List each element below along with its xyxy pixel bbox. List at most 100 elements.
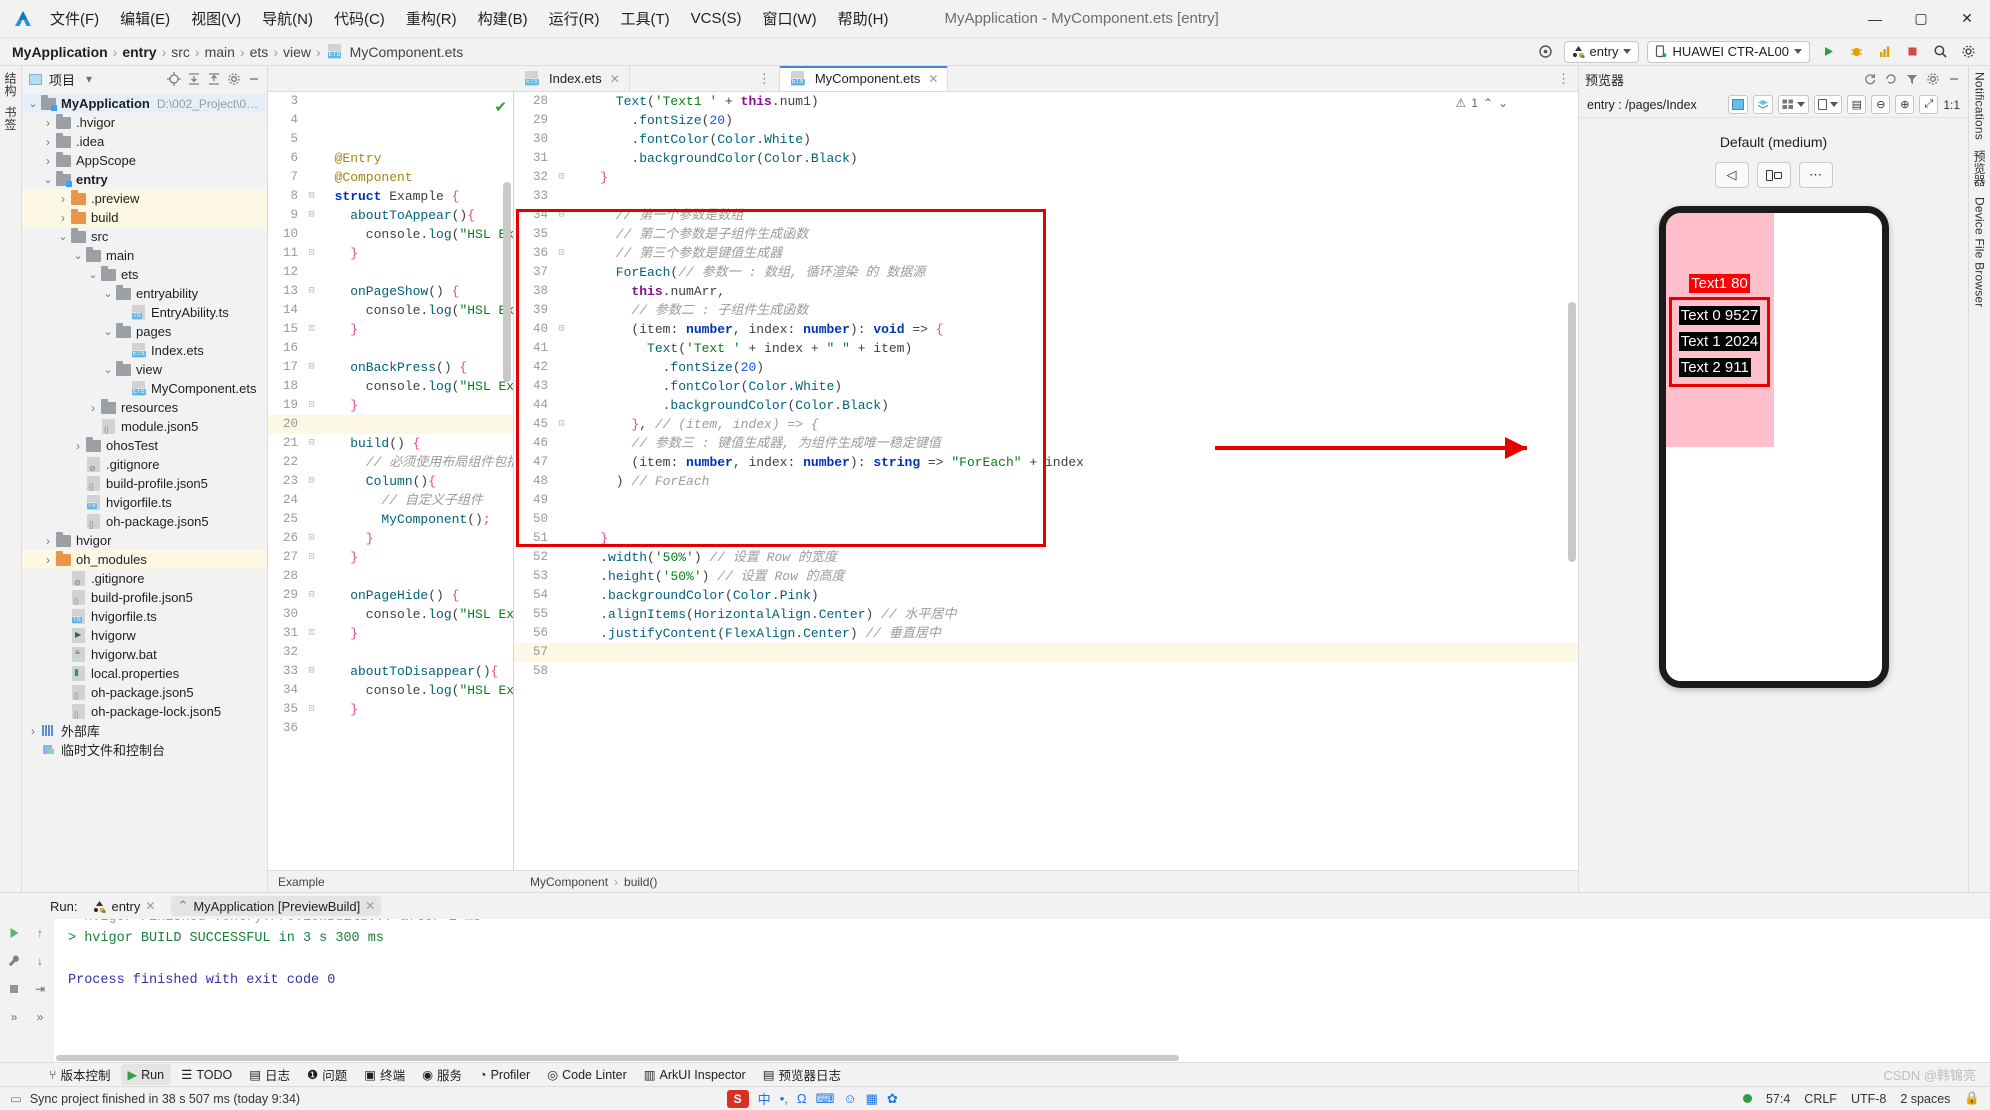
close-button[interactable]: ✕ <box>1944 0 1990 38</box>
tree-item-.hvigor[interactable]: › .hvigor <box>22 113 267 132</box>
console-hscrollbar[interactable] <box>54 1053 1990 1062</box>
fold-toggle-icon[interactable]: ⊟ <box>304 187 319 206</box>
filter-icon[interactable] <box>1904 71 1920 87</box>
project-tree[interactable]: ⌄ MyApplication D:\002_Project\014_DevEcoS… <box>22 92 267 892</box>
code-line[interactable]: 6 @Entry <box>268 149 513 168</box>
code-line[interactable]: 22 // 必须使用布局组件包括子组件 <box>268 453 513 472</box>
code-line[interactable]: 33 ⊟ aboutToDisappear(){ <box>268 662 513 681</box>
ime-settings-icon[interactable]: ✿ <box>887 1091 898 1107</box>
rotate-icon[interactable] <box>1883 71 1899 87</box>
multi-device-icon[interactable]: ▤ <box>1847 95 1867 114</box>
tree-item-.gitignore[interactable]: .gitignore <box>22 455 267 474</box>
search-icon[interactable] <box>1930 42 1950 62</box>
chevron-right-icon[interactable]: › <box>86 401 100 415</box>
prev-problem-icon[interactable]: ⌃ <box>1483 96 1493 110</box>
tree-item-src[interactable]: ⌄ src <box>22 227 267 246</box>
run-icon[interactable] <box>1818 42 1838 62</box>
fold-toggle-icon[interactable]: ⊟ <box>304 472 319 491</box>
code-line[interactable]: 34 ⊟ // 第一个参数是数组 <box>514 206 1578 225</box>
fold-toggle-icon[interactable]: ⊡ <box>304 244 319 263</box>
close-icon[interactable]: ✕ <box>365 899 375 913</box>
tree-item-hvigorw.bat[interactable]: ≡ hvigorw.bat <box>22 645 267 664</box>
menu-item-view[interactable]: 视图(V) <box>189 6 243 31</box>
module-selector[interactable]: entry <box>1563 40 1640 63</box>
chevron-down-icon[interactable]: ⌄ <box>41 173 55 186</box>
ime-keyboard-icon[interactable]: ⌨ <box>816 1091 835 1107</box>
ime-emoji-icon[interactable]: ☺ <box>843 1091 856 1106</box>
code-line[interactable]: 25 MyComponent(); <box>268 510 513 529</box>
code-line[interactable]: 5 <box>268 130 513 149</box>
chevron-right-icon[interactable]: › <box>71 439 85 453</box>
file-encoding[interactable]: UTF-8 <box>1851 1092 1886 1106</box>
tree-item-oh-package.json5[interactable]: oh-package.json5 <box>22 683 267 702</box>
gear-icon[interactable] <box>226 71 242 87</box>
left-tool-rail[interactable]: 结构 书签 <box>0 66 22 892</box>
code-line[interactable]: 27 ⊡ } <box>268 548 513 567</box>
code-line[interactable]: 29 ⊟ onPageHide() { <box>268 586 513 605</box>
refresh-icon[interactable] <box>1862 71 1878 87</box>
code-line[interactable]: 19 ⊡ } <box>268 396 513 415</box>
menu-item-edit[interactable]: 编辑(E) <box>118 6 172 31</box>
code-line[interactable]: 52 .width('50%') // 设置 Row 的宽度 <box>514 548 1578 567</box>
tree-item-.idea[interactable]: › .idea <box>22 132 267 151</box>
more-button[interactable]: ⋯ <box>1798 162 1833 188</box>
device-selector[interactable]: HUAWEI CTR-AL00 <box>1647 40 1810 63</box>
fold-toggle-icon[interactable]: ⊟ <box>304 358 319 377</box>
close-icon[interactable]: ✕ <box>928 72 938 86</box>
chevron-right-icon[interactable]: › <box>56 211 70 225</box>
tree-item-Index.ets[interactable]: ETS Index.ets <box>22 341 267 360</box>
menu-item-window[interactable]: 窗口(W) <box>760 6 818 31</box>
fold-toggle-icon[interactable]: ⊟ <box>304 206 319 225</box>
code-line[interactable]: 29 .fontSize(20) <box>514 111 1578 130</box>
chevron-down-icon[interactable]: ⌄ <box>26 97 40 110</box>
code-line[interactable]: 50 <box>514 510 1578 529</box>
right-rail-item-device-file-browser[interactable]: Device File Browser <box>1973 197 1987 308</box>
code-line[interactable]: 36 ⊡ // 第三个参数是键值生成器 <box>514 244 1578 263</box>
run-icon[interactable] <box>6 925 22 941</box>
code-line[interactable]: 26 ⊡ } <box>268 529 513 548</box>
chevron-down-icon[interactable]: ⌄ <box>101 287 115 300</box>
tool-window-run[interactable]: ▶ Run <box>120 1064 172 1085</box>
chevron-down-icon[interactable]: ⌄ <box>86 268 100 281</box>
tree-item-ohosTest[interactable]: › ohosTest <box>22 436 267 455</box>
tree-item-pages[interactable]: ⌄ pages <box>22 322 267 341</box>
code-line[interactable]: 7 @Component <box>268 168 513 187</box>
right-tool-rail[interactable]: Notifications 预览器 Device File Browser <box>1968 66 1990 892</box>
left-rail-item-bookmarks[interactable]: 书签 <box>2 106 19 130</box>
tree-item-resources[interactable]: › resources <box>22 398 267 417</box>
fold-toggle-icon[interactable]: ⊟ <box>304 434 319 453</box>
code-line[interactable]: 12 <box>268 263 513 282</box>
menu-item-code[interactable]: 代码(C) <box>332 6 387 31</box>
code-line[interactable]: 57 <box>514 643 1578 662</box>
code-right[interactable]: 28 Text('Text1 ' + this.num1) 29 .fontSiz… <box>514 92 1578 870</box>
code-line[interactable]: 42 .fontSize(20) <box>514 358 1578 377</box>
code-line[interactable]: 9 ⊟ aboutToAppear(){ <box>268 206 513 225</box>
back-button[interactable]: ◁ <box>1714 162 1749 188</box>
breadcrumb-item-project[interactable]: MyApplication <box>12 44 108 60</box>
menu-item-file[interactable]: 文件(F) <box>48 6 101 31</box>
debug-icon[interactable] <box>1846 42 1866 62</box>
code-line[interactable]: 39 // 参数二 : 子组件生成函数 <box>514 301 1578 320</box>
fold-toggle-icon[interactable]: ⊡ <box>304 396 319 415</box>
menu-item-run[interactable]: 运行(R) <box>547 6 602 31</box>
editor-tab-overflow-left[interactable]: ⋮ <box>629 66 780 91</box>
fold-toggle-icon[interactable]: ⊡ <box>304 529 319 548</box>
tree-item-oh-package.json5[interactable]: oh-package.json5 <box>22 512 267 531</box>
rotate-device-button[interactable] <box>1756 162 1791 188</box>
code-line[interactable]: 18 console.log("HSL Example onB <box>268 377 513 396</box>
minimize-button[interactable]: — <box>1852 0 1898 38</box>
code-line[interactable]: 35 ⊡ } <box>268 700 513 719</box>
tree-item-hvigorw[interactable]: ▶ hvigorw <box>22 626 267 645</box>
code-line[interactable]: 45 ⊡ }, // (item, index) => { <box>514 415 1578 434</box>
expand-all-icon[interactable] <box>186 71 202 87</box>
stop-icon[interactable] <box>6 981 22 997</box>
breadcrumb-item-view[interactable]: view <box>283 44 311 60</box>
code-line[interactable]: 36 <box>268 719 513 738</box>
run-tab-previewbuild[interactable]: ⌃ MyApplication [PreviewBuild] ✕ <box>171 896 382 916</box>
tree-item-oh-package-lock.json5[interactable]: oh-package-lock.json5 <box>22 702 267 721</box>
chevron-right-icon[interactable]: › <box>41 154 55 168</box>
tree-item-module.json5[interactable]: module.json5 <box>22 417 267 436</box>
run-tab-entry[interactable]: entry ✕ <box>87 897 161 916</box>
code-line[interactable]: 16 <box>268 339 513 358</box>
breadcrumb-item-main[interactable]: main <box>205 44 235 60</box>
